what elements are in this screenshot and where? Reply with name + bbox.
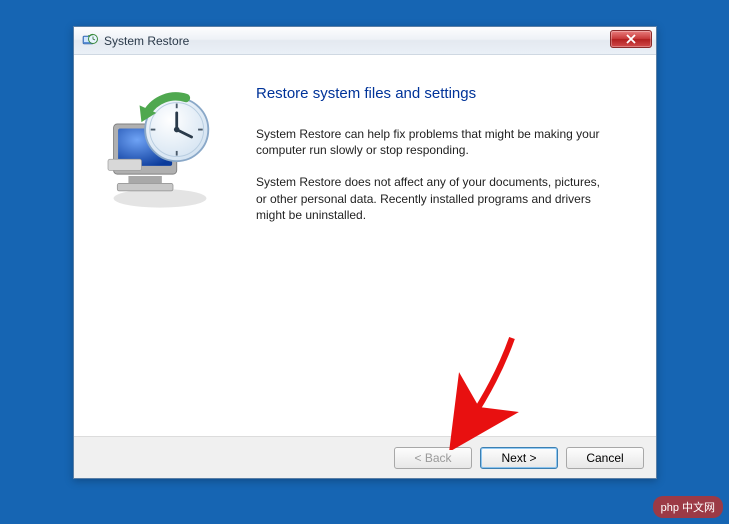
- cancel-button[interactable]: Cancel: [566, 447, 644, 469]
- next-button[interactable]: Next >: [480, 447, 558, 469]
- system-restore-icon: [82, 33, 98, 49]
- page-heading: Restore system files and settings: [256, 85, 626, 102]
- wizard-footer: < Back Next > Cancel: [74, 436, 656, 478]
- close-icon: [626, 34, 636, 44]
- system-restore-window: System Restore: [73, 26, 657, 479]
- titlebar[interactable]: System Restore: [74, 27, 656, 55]
- content-area: Restore system files and settings System…: [74, 55, 656, 436]
- back-button: < Back: [394, 447, 472, 469]
- window-title: System Restore: [104, 34, 189, 48]
- system-restore-illustration-icon: [95, 85, 225, 215]
- description-paragraph-2: System Restore does not affect any of yo…: [256, 174, 606, 223]
- watermark-badge: php 中文网: [653, 496, 723, 518]
- close-button[interactable]: [610, 30, 652, 48]
- illustration-pane: [74, 55, 246, 436]
- main-pane: Restore system files and settings System…: [246, 55, 656, 436]
- description-paragraph-1: System Restore can help fix problems tha…: [256, 126, 606, 158]
